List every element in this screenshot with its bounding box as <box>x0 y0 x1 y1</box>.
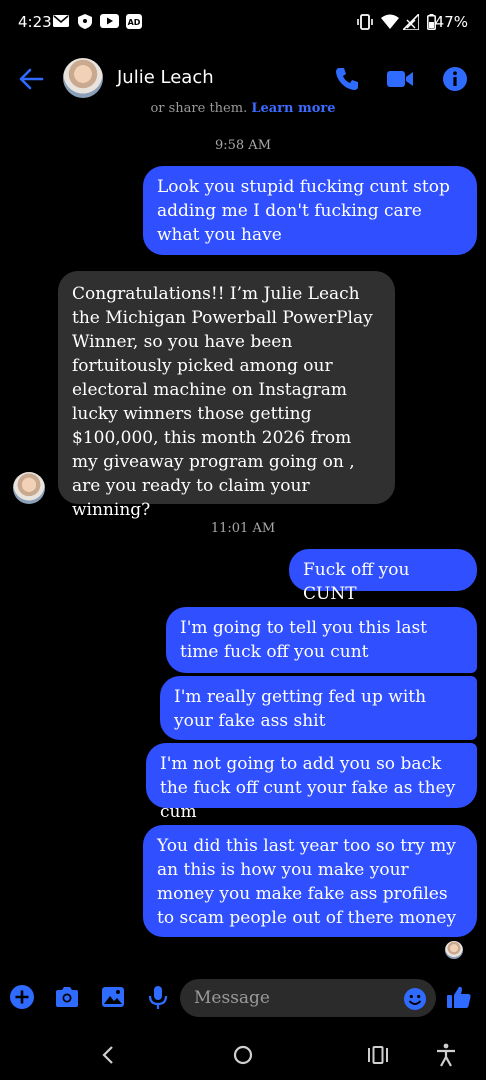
nav-back-icon[interactable] <box>96 1042 122 1068</box>
outgoing-message[interactable]: I'm really getting fed up with your fake… <box>160 676 477 740</box>
message-input[interactable] <box>180 979 436 1017</box>
microphone-icon[interactable] <box>145 984 171 1010</box>
outgoing-message[interactable]: Look you stupid fucking cunt stop adding… <box>143 166 477 255</box>
ad-notification-icon: AD <box>126 14 142 29</box>
contact-name[interactable]: Julie Leach <box>117 67 214 88</box>
status-time: 4:23 <box>18 13 52 31</box>
battery-percent: 47% <box>434 13 468 31</box>
encryption-notice: or share them. Learn more <box>0 101 486 116</box>
phone-call-icon[interactable] <box>333 65 361 93</box>
accessibility-icon[interactable] <box>433 1042 459 1068</box>
status-bar: 4:23 AD 47% <box>0 0 486 48</box>
outgoing-message[interactable]: Fuck off you CUNT <box>289 549 477 604</box>
emoji-icon[interactable] <box>403 987 427 1011</box>
thumbs-up-icon[interactable] <box>446 984 472 1010</box>
add-icon[interactable] <box>9 984 35 1010</box>
encryption-notice-text: or share them. <box>150 101 252 116</box>
mail-icon <box>53 15 69 27</box>
outgoing-message[interactable]: I'm not going to add you so back the fuc… <box>146 743 477 822</box>
nav-recents-icon[interactable] <box>365 1042 391 1068</box>
sender-avatar[interactable] <box>13 472 45 504</box>
vibrate-icon <box>357 14 373 30</box>
outgoing-message[interactable]: You did this last year too so try my an … <box>143 825 477 937</box>
wifi-icon <box>381 14 399 29</box>
learn-more-link[interactable]: Learn more <box>251 101 335 116</box>
outgoing-message[interactable]: I'm going to tell you this last time fuc… <box>166 607 477 673</box>
conversation-header: Julie Leach <box>0 48 486 108</box>
nav-home-icon[interactable] <box>230 1042 256 1068</box>
message-composer <box>0 972 486 1024</box>
cell-signal-icon <box>403 14 419 30</box>
video-call-icon[interactable] <box>386 65 414 93</box>
message-timestamp: 9:58 AM <box>214 138 272 153</box>
message-timestamp: 11:01 AM <box>210 521 276 536</box>
system-navigation-bar <box>0 1030 486 1080</box>
svg-text:AD: AD <box>128 18 141 27</box>
gallery-icon[interactable] <box>100 984 126 1010</box>
incoming-message[interactable]: Congratulations!! I’m Julie Leach the Mi… <box>58 271 395 520</box>
back-arrow-icon[interactable] <box>18 66 44 92</box>
camera-icon[interactable] <box>54 984 80 1010</box>
seen-receipt-avatar <box>445 941 463 959</box>
youtube-icon <box>100 14 119 28</box>
info-icon[interactable] <box>441 65 469 93</box>
contact-avatar[interactable] <box>63 58 103 98</box>
shield-icon <box>78 14 92 29</box>
